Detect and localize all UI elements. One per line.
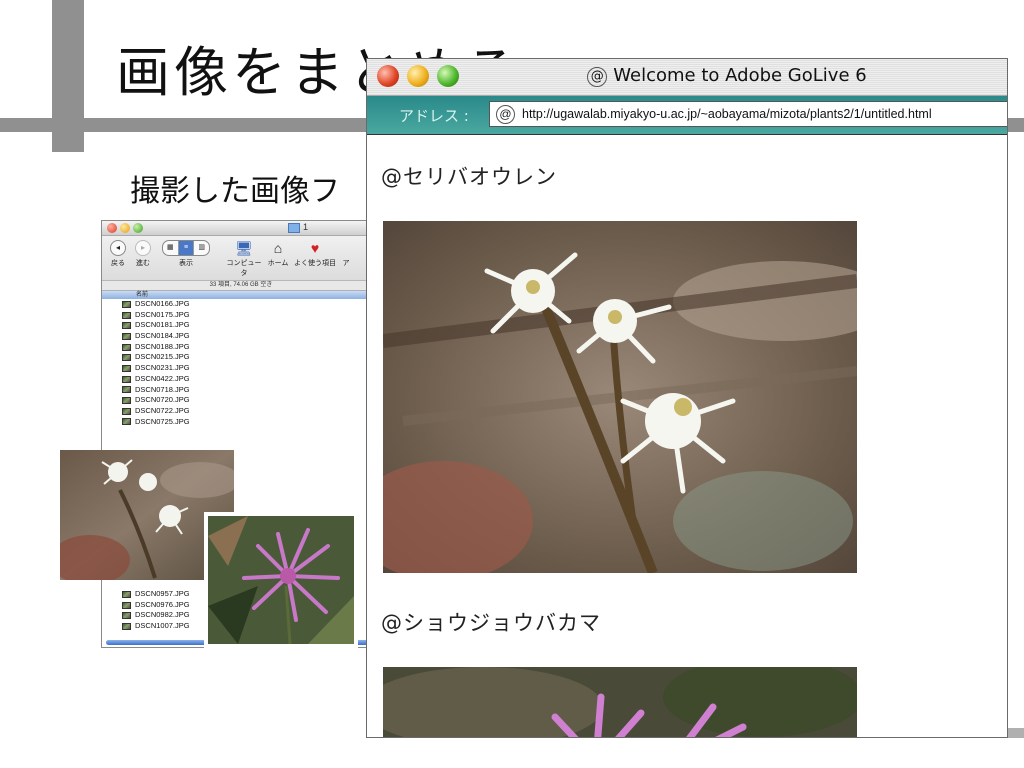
at-sign-icon: @ — [496, 105, 515, 124]
purple-flower-photo — [208, 516, 354, 645]
slide-subtitle: 撮影した画像フ — [130, 174, 340, 209]
list-view-icon[interactable]: ≡ — [178, 241, 195, 255]
file-list-item[interactable]: DSCN0188.JPG — [122, 342, 380, 353]
finder-title-text: 1 — [303, 222, 309, 232]
browser-title-text: Welcome to Adobe GoLive 6 — [613, 65, 867, 86]
browser-titlebar[interactable]: @ Welcome to Adobe GoLive 6 — [367, 59, 1007, 96]
file-name: DSCN1007.JPG — [135, 621, 190, 631]
name-column-header[interactable]: 名前 — [102, 291, 380, 299]
minimize-icon[interactable] — [120, 223, 130, 233]
purple-flower-large-photo — [383, 667, 857, 737]
jpeg-file-icon — [122, 601, 131, 609]
file-name: DSCN0422.JPG — [135, 373, 190, 383]
jpeg-file-icon — [122, 386, 131, 394]
file-list-item[interactable]: DSCN0725.JPG — [122, 417, 380, 428]
file-name: DSCN0231.JPG — [135, 363, 190, 373]
file-name: DSCN0976.JPG — [135, 599, 190, 609]
view-mode-icons[interactable]: ▦ ≡ ▥ — [162, 240, 210, 256]
file-name: DSCN0722.JPG — [135, 405, 190, 415]
jpeg-file-icon — [122, 418, 131, 426]
file-name: DSCN0166.JPG — [135, 299, 190, 308]
jpeg-file-icon — [122, 300, 131, 308]
jpeg-file-icon — [122, 311, 131, 319]
file-list-item[interactable]: DSCN0722.JPG — [122, 406, 380, 417]
browser-window: @ Welcome to Adobe GoLive 6 アドレス : @ http… — [366, 58, 1008, 738]
jpeg-file-icon — [122, 407, 131, 415]
url-text[interactable]: http://ugawalab.miyakyo-u.ac.jp/~aobayam… — [522, 107, 932, 121]
file-name: DSCN0188.JPG — [135, 341, 190, 351]
icon-view-icon[interactable]: ▦ — [163, 241, 179, 255]
jpeg-file-icon — [122, 364, 131, 372]
back-button[interactable]: ◂ 戻る — [108, 240, 128, 268]
jpeg-file-icon — [122, 354, 131, 362]
finder-toolbar: ◂ 戻る ▸ 進む ▦ ≡ ▥ 表示 🖥 コンピュータ ⌂ ホーム ♥ よく使う… — [102, 236, 380, 281]
file-name: DSCN0718.JPG — [135, 384, 190, 394]
heart-icon: ♥ — [310, 240, 320, 256]
computer-label: コンピュータ — [226, 260, 262, 277]
file-list-item[interactable]: DSCN0231.JPG — [122, 363, 380, 374]
file-name: DSCN0725.JPG — [135, 416, 190, 426]
file-name: DSCN0982.JPG — [135, 610, 190, 620]
seriba-ouren-photo — [383, 221, 857, 573]
home-icon: ⌂ — [273, 240, 283, 256]
file-list-item[interactable]: DSCN0175.JPG — [122, 310, 380, 321]
forward-label: 進む — [136, 260, 150, 267]
file-name: DSCN0720.JPG — [135, 395, 190, 405]
close-icon[interactable] — [107, 223, 117, 233]
address-bar: アドレス : @ http://ugawalab.miyakyo-u.ac.jp… — [367, 96, 1007, 135]
url-field[interactable]: @ http://ugawalab.miyakyo-u.ac.jp/~aobay… — [489, 101, 1007, 127]
favorites-button[interactable]: ♥ よく使う項目 — [293, 240, 337, 268]
file-list-item[interactable]: DSCN0215.JPG — [122, 352, 380, 363]
file-list-item[interactable]: DSCN0720.JPG — [122, 395, 380, 406]
zoom-icon[interactable] — [133, 223, 143, 233]
applications-label: ア — [342, 260, 350, 267]
column-view-icon[interactable]: ▥ — [194, 241, 209, 255]
jpeg-file-icon — [122, 343, 131, 351]
file-list-item[interactable]: DSCN0422.JPG — [122, 374, 380, 385]
browser-title: @ Welcome to Adobe GoLive 6 — [367, 65, 1007, 87]
file-name: DSCN0957.JPG — [135, 589, 190, 598]
finder-titlebar[interactable]: 1 — [102, 221, 380, 236]
finder-title: 1 — [288, 222, 308, 233]
back-arrow-icon: ◂ — [110, 240, 126, 256]
plant-heading-2: @ショウジョウバカマ — [381, 611, 601, 635]
file-list-item[interactable]: DSCN0181.JPG — [122, 320, 380, 331]
jpeg-file-icon — [122, 612, 131, 620]
file-list-item[interactable]: DSCN0718.JPG — [122, 385, 380, 396]
file-name: DSCN0215.JPG — [135, 352, 190, 362]
page-content: @セリバオウレン @ショウジョウバカマ — [367, 135, 1007, 737]
white-flower-large-photo — [383, 221, 857, 573]
address-label: アドレス : — [399, 107, 469, 125]
file-list-item[interactable]: DSCN0166.JPG — [122, 299, 380, 310]
file-name: DSCN0175.JPG — [135, 309, 190, 319]
folder-icon — [288, 222, 300, 233]
at-sign-icon: @ — [587, 67, 608, 87]
file-list-item[interactable]: DSCN0184.JPG — [122, 331, 380, 342]
jpeg-file-icon — [122, 397, 131, 405]
applications-button[interactable]: ア — [340, 240, 352, 268]
file-name: DSCN0181.JPG — [135, 320, 190, 330]
shoujoubakama-photo — [383, 667, 857, 737]
jpeg-file-icon — [122, 375, 131, 383]
forward-arrow-icon: ▸ — [135, 240, 151, 256]
home-button[interactable]: ⌂ ホーム — [265, 240, 291, 268]
finder-status-bar: 33 項目, 74.06 GB 空き — [102, 281, 380, 291]
flower-thumbnail-purple[interactable] — [204, 512, 358, 648]
jpeg-file-icon — [122, 622, 131, 630]
computer-icon: 🖥 — [235, 240, 253, 256]
file-list: DSCN0166.JPG DSCN0175.JPG DSCN0181.JPG DSCN… — [102, 299, 380, 427]
plant-heading-1: @セリバオウレン — [381, 165, 557, 189]
jpeg-file-icon — [122, 590, 131, 598]
applications-icon — [340, 240, 358, 256]
jpeg-file-icon — [122, 322, 131, 330]
view-button[interactable]: ▦ ≡ ▥ 表示 — [160, 240, 212, 268]
computer-button[interactable]: 🖥 コンピュータ — [224, 240, 264, 278]
forward-button[interactable]: ▸ 進む — [132, 240, 154, 268]
file-name: DSCN0184.JPG — [135, 331, 190, 341]
favorites-label: よく使う項目 — [294, 260, 336, 267]
back-label: 戻る — [111, 260, 125, 267]
view-label: 表示 — [179, 260, 193, 267]
jpeg-file-icon — [122, 332, 131, 340]
home-label: ホーム — [267, 260, 289, 267]
